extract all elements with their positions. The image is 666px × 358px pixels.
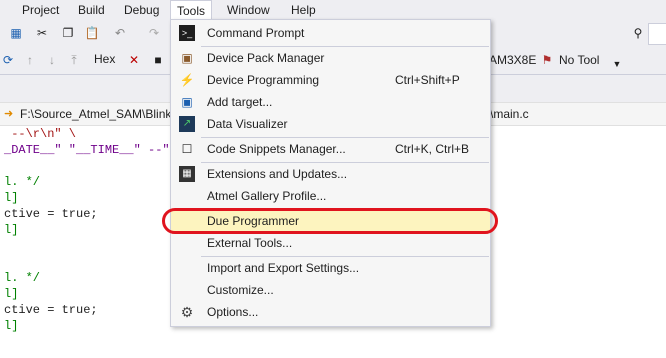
code-line: ctive = true; (4, 303, 98, 317)
file-path-right[interactable]: \main.c (490, 103, 529, 125)
command-prompt-icon: >_ (179, 25, 195, 41)
menu-item-options[interactable]: ⚙ Options... (171, 301, 490, 323)
menu-item-atmel-gallery-profile[interactable]: Atmel Gallery Profile... (171, 185, 490, 207)
menu-item-device-programming[interactable]: ⚡ Device Programming Ctrl+Shift+P (171, 69, 490, 91)
code-line: ctive = true; (4, 207, 98, 221)
cut-icon[interactable]: ✂ (34, 25, 50, 41)
menu-help[interactable]: Help (291, 2, 316, 18)
find-input[interactable] (648, 23, 666, 45)
lightning-icon: ⚡ (179, 73, 195, 87)
menu-item-shortcut: Ctrl+Shift+P (395, 73, 460, 87)
code-line: l] (4, 319, 19, 333)
extensions-icon: ▦ (179, 166, 195, 182)
hex-button[interactable]: Hex (94, 52, 115, 66)
chart-icon: ↗ (179, 116, 195, 132)
toolbar-overflow-icon[interactable]: ▼ (609, 56, 625, 72)
menu-item-label: Options... (207, 305, 259, 319)
paste-icon[interactable]: 📋 (84, 25, 100, 41)
menu-item-label: Command Prompt (207, 26, 305, 40)
chip-icon[interactable]: ■ (150, 52, 166, 68)
menu-item-extensions-and-updates[interactable]: ▦ Extensions and Updates... (171, 163, 490, 185)
code-line: --\r\n" \ (4, 127, 77, 141)
menu-item-label: Device Programming (207, 73, 320, 87)
undo-icon[interactable]: ↶ (112, 25, 128, 41)
menu-window[interactable]: Window (227, 2, 270, 18)
code-line: l. */ (4, 271, 41, 285)
code-line: _DATE__" "__TIME__" --"ST (4, 143, 185, 157)
arrow-up-icon[interactable]: ↑ (22, 52, 38, 68)
snippet-icon: ☐ (181, 142, 193, 156)
menu-item-device-pack-manager[interactable]: ▣ Device Pack Manager (171, 47, 490, 69)
menu-item-import-export-settings[interactable]: Import and Export Settings... (171, 257, 490, 279)
annotation-highlight-oval (162, 208, 498, 234)
menu-item-add-target[interactable]: ▣ Add target... (171, 91, 490, 113)
menu-item-shortcut: Ctrl+K, Ctrl+B (395, 142, 470, 156)
menu-item-external-tools[interactable]: External Tools... (171, 232, 490, 254)
menu-item-label: Extensions and Updates... (207, 167, 348, 181)
arrow-top-icon[interactable]: ⤒ (66, 52, 82, 68)
refresh-icon[interactable]: ⟳ (0, 52, 16, 68)
save-all-icon[interactable]: ▦ (8, 25, 24, 41)
find-icon[interactable]: ⚲ (630, 25, 646, 41)
menu-item-label: Device Pack Manager (207, 51, 325, 65)
menu-item-label: Atmel Gallery Profile... (207, 189, 327, 203)
gear-icon: ⚙ (180, 304, 194, 320)
file-path-left[interactable]: F:\Source_Atmel_SAM\Blink (20, 103, 171, 125)
arrow-down-icon[interactable]: ↓ (44, 52, 60, 68)
device-name[interactable]: AM3X8E (489, 53, 536, 67)
tool-icon: ⚑ (541, 53, 553, 67)
menu-build[interactable]: Build (78, 2, 105, 18)
menu-bar: Project Build Debug Tools Window Help (0, 0, 666, 21)
tools-menu-dropdown: >_ Command Prompt ▣ Device Pack Manager … (170, 19, 491, 327)
menu-item-customize[interactable]: Customize... (171, 279, 490, 301)
copy-icon[interactable]: ❐ (60, 25, 76, 41)
pack-icon: ▣ (181, 51, 193, 65)
menu-item-data-visualizer[interactable]: ↗ Data Visualizer (171, 113, 490, 135)
code-line: l] (4, 223, 19, 237)
menu-item-label: Add target... (207, 95, 273, 109)
breakpoints-icon[interactable]: ✕ (126, 52, 142, 68)
menu-item-label: Customize... (207, 283, 274, 297)
menu-item-command-prompt[interactable]: >_ Command Prompt (171, 22, 490, 44)
menu-project[interactable]: Project (22, 2, 59, 18)
redo-icon[interactable]: ↷ (146, 25, 162, 41)
code-line: l. */ (4, 175, 41, 189)
code-line: l] (4, 287, 19, 301)
menu-item-label: Data Visualizer (207, 117, 288, 131)
menu-tools[interactable]: Tools (170, 0, 213, 21)
menu-item-label: Code Snippets Manager... (207, 142, 346, 156)
code-line: l] (4, 191, 19, 205)
menu-item-code-snippets-manager[interactable]: ☐ Code Snippets Manager... Ctrl+K, Ctrl+… (171, 138, 490, 160)
menu-item-label: External Tools... (207, 236, 293, 250)
menu-item-label: Import and Export Settings... (207, 261, 360, 275)
add-target-icon: ▣ (181, 95, 193, 109)
arrow-right-icon: ➜ (4, 108, 14, 120)
menu-debug[interactable]: Debug (124, 2, 159, 18)
tool-selector[interactable]: No Tool (559, 53, 599, 67)
